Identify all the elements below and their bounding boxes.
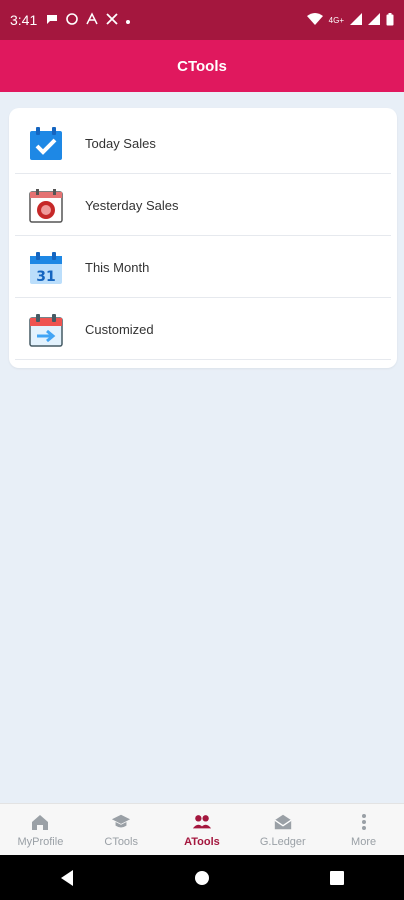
calendar-clock-icon <box>27 187 65 225</box>
nav-item-more[interactable]: More <box>324 804 404 856</box>
signal-icon-2 <box>368 13 380 27</box>
svg-text:31: 31 <box>36 269 55 285</box>
nav-item-label: More <box>351 836 377 848</box>
nav-item-gledger[interactable]: G.Ledger <box>243 804 323 856</box>
menu-item-label: Customized <box>85 322 154 337</box>
nav-item-label: ATools <box>184 836 220 848</box>
system-status-icons: 4G+ <box>306 12 394 28</box>
menu-card: Today Sales Yesterday Sales 31 This Mont… <box>9 108 397 368</box>
nav-item-label: MyProfile <box>17 836 64 848</box>
back-button[interactable] <box>55 866 79 890</box>
page-title: CTools <box>177 57 227 75</box>
recents-button[interactable] <box>325 866 349 890</box>
menu-item-label: Today Sales <box>85 136 156 151</box>
system-navigation-bar <box>0 855 404 900</box>
graduation-cap-icon <box>111 812 131 832</box>
bottom-navigation: MyProfile CTools ATools G.Ledger More <box>0 803 404 856</box>
calendar-check-icon <box>27 125 65 163</box>
more-vertical-icon <box>354 812 374 832</box>
network-label: 4G+ <box>328 15 344 25</box>
nav-item-myprofile[interactable]: MyProfile <box>0 804 80 856</box>
people-icon <box>192 812 212 832</box>
menu-item-label: This Month <box>85 260 150 275</box>
notification-icons <box>45 11 131 29</box>
network-share-icon <box>85 11 99 29</box>
status-bar: 3:41 4G+ <box>0 0 404 40</box>
battery-icon <box>386 12 394 28</box>
menu-item-this-month[interactable]: 31 This Month <box>15 238 391 298</box>
home-button[interactable] <box>190 866 214 890</box>
message-icon <box>45 12 59 29</box>
nav-item-label: CTools <box>104 836 138 848</box>
envelope-open-icon <box>273 812 293 832</box>
app-bar: CTools <box>0 40 404 92</box>
menu-item-customized[interactable]: Customized <box>15 300 391 360</box>
menu-item-today-sales[interactable]: Today Sales <box>15 114 391 174</box>
wifi-icon <box>306 12 323 28</box>
signal-icon <box>350 13 362 27</box>
whatsapp-icon <box>65 12 79 29</box>
nav-item-atools[interactable]: ATools <box>162 804 242 856</box>
calendar-31-icon: 31 <box>27 249 65 287</box>
menu-item-label: Yesterday Sales <box>85 198 179 213</box>
home-icon <box>30 812 50 832</box>
nav-item-label: G.Ledger <box>259 836 306 848</box>
status-time: 3:41 <box>10 12 38 28</box>
nav-item-ctools[interactable]: CTools <box>81 804 161 856</box>
menu-item-yesterday-sales[interactable]: Yesterday Sales <box>15 176 391 236</box>
calendar-arrow-icon <box>27 311 65 349</box>
tools-icon <box>105 12 119 29</box>
dot-icon <box>125 12 131 28</box>
